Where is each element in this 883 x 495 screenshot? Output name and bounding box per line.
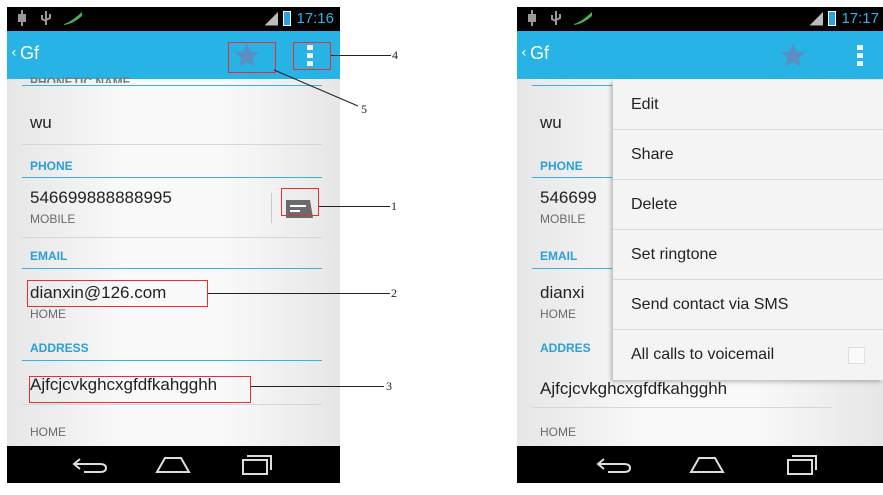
annotation-label-2: 2 xyxy=(391,286,397,300)
battery-icon xyxy=(283,11,292,26)
email-partial[interactable]: dianxi xyxy=(540,283,584,303)
annotation-line-5 xyxy=(273,69,359,107)
email-type: HOME xyxy=(30,307,66,321)
voicemail-checkbox[interactable] xyxy=(848,347,865,364)
menu-item-delete[interactable]: Delete xyxy=(613,180,883,230)
phonetic-name-header: PHONETIC NAME xyxy=(30,75,131,83)
status-bar: 17:16 xyxy=(7,7,340,31)
annotation-label-1: 1 xyxy=(391,199,397,213)
signal-icon xyxy=(809,11,824,26)
status-bar: 17:17 xyxy=(517,7,883,31)
android-icon xyxy=(551,11,561,25)
contact-menu-screen: 17:17 ‹ Gf wu PHONE 546699 MOBILE EMAIL … xyxy=(517,7,883,483)
menu-item-edit[interactable]: Edit xyxy=(613,80,883,130)
address-type: HOME xyxy=(30,425,66,439)
phone-section-header: PHONE xyxy=(540,159,583,173)
email-section-header: EMAIL xyxy=(540,249,578,263)
notification-icon xyxy=(64,12,82,25)
notification-icon xyxy=(574,12,592,25)
address-value[interactable]: Ajfcjcvkghcxgfdfkahgghh xyxy=(540,379,727,399)
email-section-header: EMAIL xyxy=(30,249,68,263)
action-bar: ‹ Gf xyxy=(517,31,883,79)
signal-icon xyxy=(264,11,279,26)
status-time: 17:17 xyxy=(841,10,879,27)
annotation-box-3 xyxy=(29,376,251,403)
section-rule xyxy=(532,268,612,269)
phone-number[interactable]: 546699888888995 xyxy=(30,188,172,208)
section-rule xyxy=(22,268,322,269)
email-type: HOME xyxy=(540,307,576,321)
annotation-line-3 xyxy=(251,386,384,387)
divider xyxy=(22,404,322,405)
section-rule xyxy=(22,177,322,178)
phone-type: MOBILE xyxy=(30,212,76,226)
voicemail-label: All calls to voicemail xyxy=(631,346,775,363)
divider xyxy=(22,144,322,145)
contact-name-title[interactable]: Gf xyxy=(530,43,549,64)
annotation-line-1 xyxy=(319,206,390,207)
divider xyxy=(532,407,832,408)
section-rule xyxy=(532,85,612,86)
battery-icon xyxy=(828,11,837,26)
annotation-label-3: 3 xyxy=(386,379,392,393)
home-icon[interactable] xyxy=(153,452,193,476)
back-icon[interactable] xyxy=(594,452,634,476)
section-rule xyxy=(22,360,322,361)
phonetic-name-value: wu xyxy=(30,113,52,132)
phonetic-name-value: wu xyxy=(540,113,562,132)
usb-icon xyxy=(18,10,26,26)
usb-icon xyxy=(528,10,536,26)
phone-section-header: PHONE xyxy=(30,159,73,173)
status-time: 17:16 xyxy=(296,10,334,27)
home-icon[interactable] xyxy=(687,452,727,476)
menu-item-voicemail[interactable]: All calls to voicemail xyxy=(613,330,883,380)
annotation-line-2 xyxy=(208,293,390,294)
up-navigation-icon[interactable]: ‹ xyxy=(11,45,17,61)
menu-item-share[interactable]: Share xyxy=(613,130,883,180)
overflow-menu-icon[interactable] xyxy=(856,45,864,67)
menu-item-send-contact-sms[interactable]: Send contact via SMS xyxy=(613,280,883,330)
navigation-bar xyxy=(517,446,883,483)
annotation-box-1 xyxy=(281,188,319,216)
address-type: HOME xyxy=(540,425,576,439)
android-icon xyxy=(41,11,51,25)
recents-icon[interactable] xyxy=(237,452,277,476)
annotation-box-4 xyxy=(293,42,331,70)
recents-icon[interactable] xyxy=(782,452,822,476)
address-section-header: ADDRES xyxy=(540,341,591,355)
address-section-header: ADDRESS xyxy=(30,341,89,355)
phone-type: MOBILE xyxy=(540,212,586,226)
navigation-bar xyxy=(7,446,340,483)
star-icon[interactable] xyxy=(778,41,808,69)
menu-item-set-ringtone[interactable]: Set ringtone xyxy=(613,230,883,280)
section-rule xyxy=(532,177,612,178)
annotation-box-5 xyxy=(228,42,276,73)
annotation-label-4: 4 xyxy=(392,48,398,62)
screenshot-canvas: 17:16 ‹ Gf PHONETIC NAME wu PHONE 546699… xyxy=(0,0,883,495)
back-icon[interactable] xyxy=(70,452,110,476)
vertical-separator xyxy=(271,193,272,223)
annotation-line-4 xyxy=(331,55,391,56)
up-navigation-icon[interactable]: ‹ xyxy=(521,45,527,61)
overflow-menu: Edit Share Delete Set ringtone Send cont… xyxy=(613,80,883,380)
phone-number-partial[interactable]: 546699 xyxy=(540,188,597,208)
annotation-label-5: 5 xyxy=(361,102,367,116)
contact-name-title[interactable]: Gf xyxy=(20,43,39,64)
divider xyxy=(22,237,322,238)
annotation-box-2 xyxy=(27,280,208,307)
